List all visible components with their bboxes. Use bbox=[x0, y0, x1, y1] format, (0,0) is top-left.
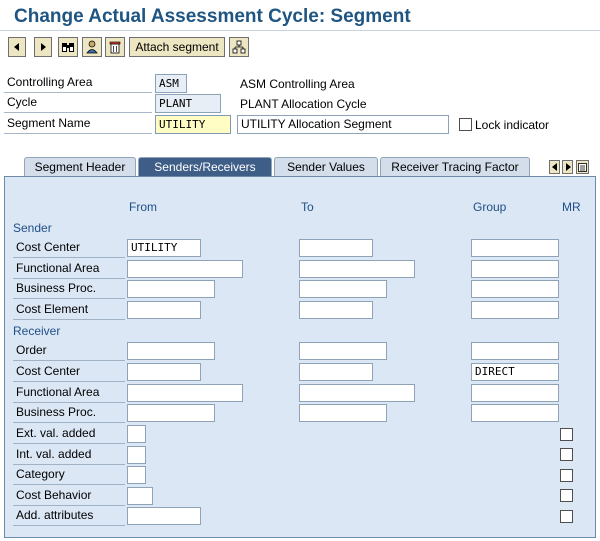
arrow-right-icon bbox=[41, 43, 46, 51]
arrow-left-icon bbox=[14, 43, 19, 51]
receiver-functional-area-from[interactable] bbox=[127, 384, 243, 402]
sender-cost-element-label: Cost Element bbox=[13, 300, 125, 320]
lock-indicator-label: Lock indicator bbox=[475, 118, 550, 132]
receiver-business-proc-group[interactable] bbox=[471, 404, 559, 422]
title-divider bbox=[0, 30, 600, 31]
tab-receiver-tracing-factor[interactable]: Receiver Tracing Factor bbox=[380, 157, 530, 177]
hierarchy-icon bbox=[232, 40, 246, 54]
column-header-to: To bbox=[301, 200, 314, 214]
sender-cost-center-to[interactable] bbox=[299, 239, 373, 257]
receiver-order-from[interactable] bbox=[127, 342, 215, 360]
sender-cost-center-label: Cost Center bbox=[13, 238, 125, 258]
person-button[interactable] bbox=[82, 37, 102, 57]
binoculars-icon bbox=[62, 43, 74, 52]
sender-cost-center-group[interactable] bbox=[471, 239, 559, 257]
tab-sender-values[interactable]: Sender Values bbox=[274, 157, 378, 177]
tab-next-icon bbox=[565, 163, 571, 171]
tab-segment-header[interactable]: Segment Header bbox=[24, 157, 136, 177]
column-header-group: Group bbox=[473, 200, 507, 214]
person-icon bbox=[86, 40, 98, 54]
segment-desc-field[interactable]: UTILITY Allocation Segment bbox=[237, 115, 449, 134]
sender-functional-area-to[interactable] bbox=[299, 260, 415, 278]
find-button[interactable] bbox=[58, 37, 78, 57]
tab-prev-icon bbox=[551, 163, 557, 171]
cycle-field: PLANT bbox=[155, 94, 221, 113]
attach-segment-button[interactable]: Attach segment bbox=[129, 37, 225, 57]
receiver-ext-val-added-mr-checkbox[interactable] bbox=[560, 428, 573, 441]
sender-business-proc-to[interactable] bbox=[299, 280, 387, 298]
trash-icon bbox=[109, 41, 121, 54]
delete-button[interactable] bbox=[105, 37, 125, 57]
attach-segment-label: Attach segment bbox=[135, 40, 219, 54]
sender-functional-area-label: Functional Area bbox=[13, 259, 125, 279]
receiver-cost-behavior-field[interactable] bbox=[127, 487, 153, 505]
receiver-cost-center-group[interactable]: DIRECT bbox=[471, 363, 559, 381]
receiver-cost-center-to[interactable] bbox=[299, 363, 373, 381]
column-header-mr: MR bbox=[562, 200, 581, 214]
receiver-cost-behavior-mr-checkbox[interactable] bbox=[560, 489, 573, 502]
sender-cost-element-group[interactable] bbox=[471, 301, 559, 319]
receiver-section-title: Receiver bbox=[13, 324, 61, 338]
receiver-int-val-added-label: Int. val. added bbox=[13, 445, 125, 465]
tab-next-button[interactable] bbox=[562, 160, 573, 174]
receiver-category-label: Category bbox=[13, 465, 125, 485]
receiver-category-field[interactable] bbox=[127, 466, 146, 484]
receiver-int-val-added-mr-checkbox[interactable] bbox=[560, 448, 573, 461]
receiver-order-group[interactable] bbox=[471, 342, 559, 360]
receiver-business-proc-from[interactable] bbox=[127, 404, 215, 422]
sender-business-proc-from[interactable] bbox=[127, 280, 215, 298]
sender-cost-center-from[interactable]: UTILITY bbox=[127, 239, 201, 257]
receiver-functional-area-to[interactable] bbox=[299, 384, 415, 402]
receiver-category-mr-checkbox[interactable] bbox=[560, 469, 573, 482]
tab-strip: Segment Header Senders/Receivers Sender … bbox=[0, 155, 600, 177]
tab-senders-receivers[interactable]: Senders/Receivers bbox=[138, 157, 272, 177]
receiver-add-attributes-mr-checkbox[interactable] bbox=[560, 510, 573, 523]
back-button[interactable] bbox=[8, 37, 26, 57]
controlling-area-label: Controlling Area bbox=[4, 73, 152, 93]
receiver-cost-center-from[interactable] bbox=[127, 363, 201, 381]
sender-business-proc-label: Business Proc. bbox=[13, 279, 125, 299]
lock-indicator-checkbox[interactable] bbox=[459, 118, 472, 131]
sender-functional-area-from[interactable] bbox=[127, 260, 243, 278]
structure-button[interactable] bbox=[229, 37, 249, 57]
tab-list-icon bbox=[578, 162, 587, 172]
receiver-order-label: Order bbox=[13, 341, 125, 361]
receiver-add-attributes-label: Add. attributes bbox=[13, 506, 125, 526]
sender-section-title: Sender bbox=[13, 221, 52, 235]
sender-business-proc-group[interactable] bbox=[471, 280, 559, 298]
receiver-ext-val-added-field[interactable] bbox=[127, 425, 146, 443]
receiver-business-proc-label: Business Proc. bbox=[13, 403, 125, 423]
receiver-add-attributes-field[interactable] bbox=[127, 507, 201, 525]
segment-name-field[interactable]: UTILITY bbox=[155, 115, 231, 134]
receiver-business-proc-to[interactable] bbox=[299, 404, 387, 422]
forward-button[interactable] bbox=[34, 37, 52, 57]
cycle-desc: PLANT Allocation Cycle bbox=[240, 97, 367, 111]
receiver-ext-val-added-label: Ext. val. added bbox=[13, 424, 125, 444]
page-title: Change Actual Assessment Cycle: Segment bbox=[14, 6, 411, 27]
receiver-functional-area-label: Functional Area bbox=[13, 383, 125, 403]
application-toolbar: Attach segment bbox=[0, 33, 600, 63]
receiver-functional-area-group[interactable] bbox=[471, 384, 559, 402]
sender-functional-area-group[interactable] bbox=[471, 260, 559, 278]
receiver-cost-center-label: Cost Center bbox=[13, 362, 125, 382]
receiver-int-val-added-field[interactable] bbox=[127, 446, 146, 464]
sender-cost-element-to[interactable] bbox=[299, 301, 373, 319]
receiver-order-to[interactable] bbox=[299, 342, 387, 360]
segment-name-label: Segment Name bbox=[4, 114, 152, 134]
sap-window: Change Actual Assessment Cycle: Segment bbox=[0, 0, 600, 541]
cycle-label: Cycle bbox=[4, 93, 152, 113]
tab-list-button[interactable] bbox=[576, 160, 589, 174]
tab-prev-button[interactable] bbox=[549, 160, 560, 174]
controlling-area-field: ASM bbox=[155, 74, 187, 93]
controlling-area-desc: ASM Controlling Area bbox=[240, 77, 355, 91]
column-header-from: From bbox=[129, 200, 157, 214]
receiver-cost-behavior-label: Cost Behavior bbox=[13, 486, 125, 506]
sender-cost-element-from[interactable] bbox=[127, 301, 201, 319]
